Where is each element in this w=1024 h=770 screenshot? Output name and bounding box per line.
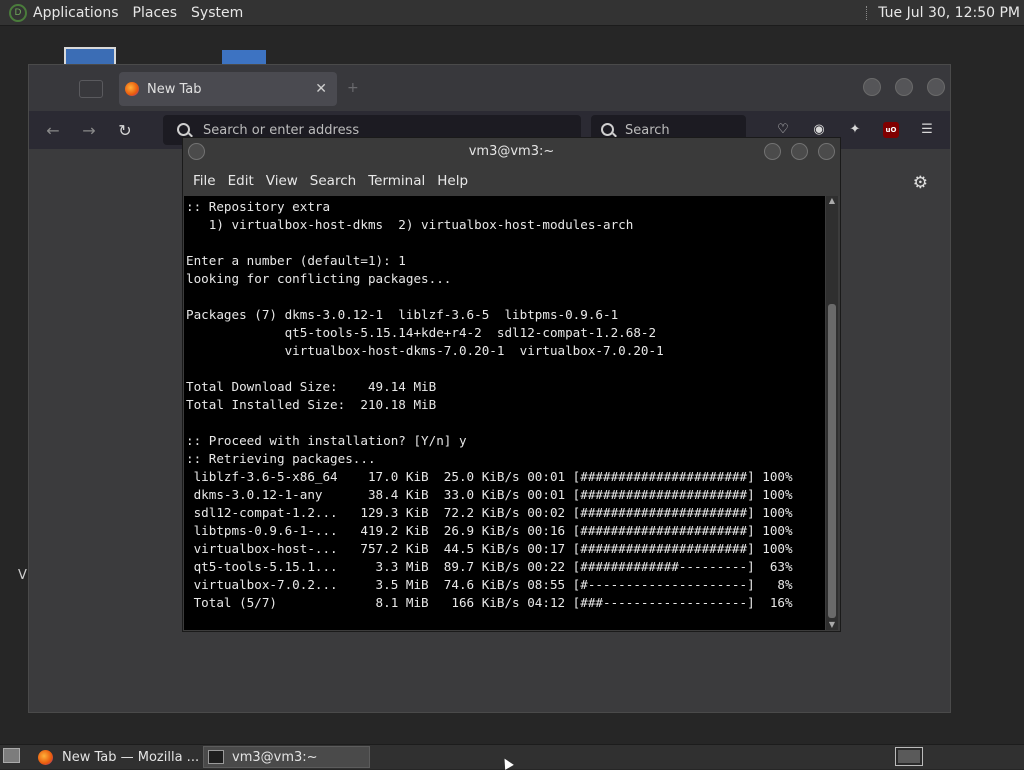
terminal-output[interactable]: :: Repository extra 1) virtualbox-host-d… [184, 196, 825, 630]
reload-icon[interactable]: ↻ [115, 121, 135, 141]
menu-applications[interactable]: Applications [33, 5, 119, 21]
terminal-menubar: File Edit View Search Terminal Help [183, 166, 840, 196]
menu-file[interactable]: File [193, 173, 216, 189]
distro-logo-icon[interactable]: D [9, 3, 27, 22]
menu-system[interactable]: System [191, 5, 243, 21]
tab-title: New Tab [147, 81, 202, 97]
window-menu-button[interactable] [188, 143, 205, 160]
account-icon[interactable]: ◉ [811, 122, 827, 138]
terminal-title: vm3@vm3:~ [468, 144, 555, 159]
pocket-icon[interactable]: ♡ [775, 122, 791, 138]
hamburger-menu-icon[interactable]: ☰ [919, 122, 935, 138]
search-input[interactable] [623, 121, 737, 139]
minimize-button[interactable] [764, 143, 781, 160]
firefox-icon [125, 82, 139, 96]
menu-help[interactable]: Help [437, 173, 468, 189]
search-icon [177, 123, 191, 137]
workspace-switcher[interactable] [895, 747, 923, 766]
clock[interactable]: Tue Jul 30, 12:50 PM [878, 5, 1020, 21]
extensions-icon[interactable]: ✦ [847, 122, 863, 138]
top-panel: D Applications Places System Tue Jul 30,… [0, 0, 1024, 26]
terminal-scrollbar[interactable]: ▲ ▼ [826, 196, 838, 630]
terminal-icon [208, 750, 224, 764]
scroll-up-icon[interactable]: ▲ [826, 196, 838, 206]
close-window-button[interactable] [818, 143, 835, 160]
back-arrow-icon[interactable]: ← [43, 121, 63, 141]
firefox-tabbar: New Tab ✕ + [29, 65, 950, 111]
search-icon [601, 123, 615, 137]
desktop-folder-icon[interactable] [222, 50, 266, 64]
gear-icon[interactable]: ⚙ [913, 173, 928, 193]
tab-new-tab[interactable]: New Tab ✕ [119, 72, 337, 106]
new-tab-plus-icon[interactable]: + [347, 81, 359, 95]
scrollbar-thumb[interactable] [828, 304, 836, 618]
forward-arrow-icon[interactable]: → [79, 121, 99, 141]
terminal-window: vm3@vm3:~ File Edit View Search Terminal… [182, 137, 841, 632]
menu-edit[interactable]: Edit [228, 173, 254, 189]
taskbar-item-label: vm3@vm3:~ [232, 749, 318, 765]
taskbar-item-label: New Tab — Mozilla ... [62, 749, 200, 765]
menu-search[interactable]: Search [310, 173, 356, 189]
maximize-button[interactable] [895, 78, 913, 96]
menu-terminal[interactable]: Terminal [368, 173, 425, 189]
desktop-icon-label: V [18, 568, 27, 583]
menu-places[interactable]: Places [133, 5, 178, 21]
close-window-button[interactable] [927, 78, 945, 96]
minimize-button[interactable] [863, 78, 881, 96]
taskbar-item-firefox[interactable]: New Tab — Mozilla ... [34, 746, 200, 768]
panel-separator [866, 5, 870, 20]
maximize-button[interactable] [791, 143, 808, 160]
url-input[interactable] [201, 121, 505, 139]
scroll-down-icon[interactable]: ▼ [826, 620, 838, 630]
taskbar-item-terminal[interactable]: vm3@vm3:~ [203, 746, 370, 768]
tab-overview-icon[interactable] [79, 80, 103, 98]
close-tab-icon[interactable]: ✕ [315, 81, 327, 97]
firefox-icon [38, 749, 53, 765]
ublock-icon[interactable]: uO [883, 122, 899, 138]
menu-view[interactable]: View [266, 173, 298, 189]
terminal-titlebar[interactable]: vm3@vm3:~ [183, 138, 840, 166]
show-desktop-icon[interactable] [3, 748, 20, 763]
terminal-text: :: Repository extra 1) virtualbox-host-d… [186, 199, 793, 610]
